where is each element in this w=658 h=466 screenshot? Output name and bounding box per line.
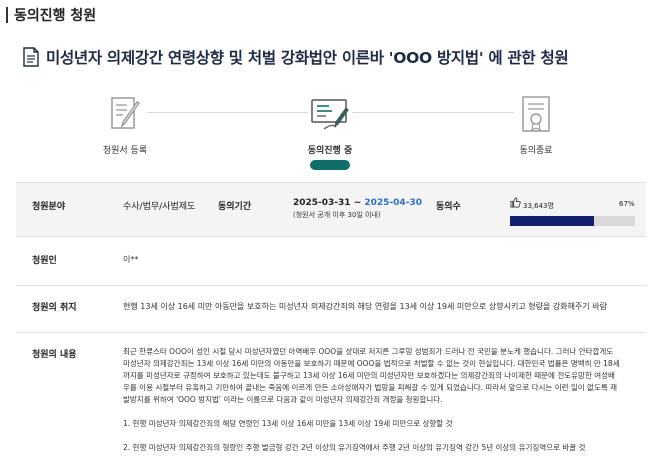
content-line: 미성년자 의제강간죄는 13세 이상 16세 미만의 아동만을 보호하기 때문에… [123,359,620,368]
content-body: 최근 한류스타 OOO이 성인 시절 당시 미성년자였던 아역배우 OOO을 상… [123,346,639,454]
step-label: 동의진행 중 [307,146,353,156]
period-end: 2025-04-30 [364,198,422,208]
field-value: 수사/법무/사법제도 [123,202,196,212]
petitioner-row: 청원인 이** [16,237,646,286]
petitioner-value: 이** [123,255,139,264]
petitioner-label: 청원인 [32,256,57,266]
period-label: 동의기간 [218,202,252,212]
section-title: 동의진행 청원 [14,8,97,24]
petition-title-text: 미성년자 의제강간 연령상향 및 처벌 강화법안 이른바 'OOO 방지법' 에… [46,49,569,67]
section-header-bar [6,7,8,23]
period-separator: ~ [350,198,365,208]
step-label: 청원서 등록 [102,146,148,156]
content-line: 발방지를 위하여 'OOO 방지법' 이라는 이름으로 다음과 같이 미성년자 … [123,395,443,404]
signing-document-icon [308,93,352,137]
period-dates: 2025-03-31 ~ 2025-04-30 (청원서 공개 이후 30일 이… [293,198,422,220]
field-label: 청원분야 [32,202,66,212]
step-in-progress: 동의진행 중 [270,85,390,170]
consent-progress-fill [510,216,594,226]
content-line: 까지를 미성년자로 규정하여 보호하고 있는데도 불구하고 13세 이상 16세… [123,371,615,380]
count-label: 동의수 [436,202,461,212]
count-percent: 67% [619,200,635,208]
thumbs-up-icon [510,197,521,208]
section-header: 동의진행 청원 [0,0,658,30]
content-item: 2. 현행 미성년자 의제강간죄의 형량인 주행 벌금형 강간 2년 이상의 유… [123,443,586,452]
active-step-indicator [310,160,350,170]
content-line: 최근 한류스타 OOO이 성인 시절 당시 미성년자였던 아역배우 OOO을 상… [123,347,614,356]
step-registration: 청원서 등록 [65,85,185,157]
content-label: 청원의 내용 [32,350,77,360]
document-icon [23,47,39,67]
period-start: 2025-03-31 [293,198,351,208]
step-closed: 동의종료 [476,85,596,157]
purpose-value: 현행 13세 이상 16세 미만 아동만을 보호하는 미성년자 의제강간죄의 해… [123,302,607,311]
pen-document-icon [103,93,147,137]
content-row: 청원의 내용 최근 한류스타 OOO이 성인 시절 당시 미성년자였던 아역배우… [16,333,646,466]
progress-steps: 청원서 등록 동의진행 중 동의종료 [0,85,658,175]
certificate-icon [514,93,558,137]
info-summary-row: 청원분야 수사/법무/사법제도 동의기간 2025-03-31 ~ 2025-0… [16,182,646,237]
period-note: (청원서 공개 이후 30일 이내) [293,211,381,219]
purpose-row: 청원의 취지 현행 13세 이상 16세 미만 아동만을 보호하는 미성년자 의… [16,286,646,333]
petition-info-table: 청원분야 수사/법무/사법제도 동의기간 2025-03-31 ~ 2025-0… [16,182,646,466]
purpose-label: 청원의 취지 [32,303,77,313]
petition-title: 미성년자 의제강간 연령상향 및 처벌 강화법안 이른바 'OOO 방지법' 에… [22,45,652,69]
consent-progress-bar [510,216,635,226]
content-line: 우를 이용 시절부터 유혹하고 기만하여 끝내는 죽음에 이르게 만든 소아성애… [123,383,618,392]
count-value: 33,643명 [523,202,554,210]
step-label: 동의종료 [519,146,553,156]
content-item: 1. 현행 미성년자 의제강간죄의 해당 연령인 13세 이상 16세 미만을 … [123,419,453,428]
